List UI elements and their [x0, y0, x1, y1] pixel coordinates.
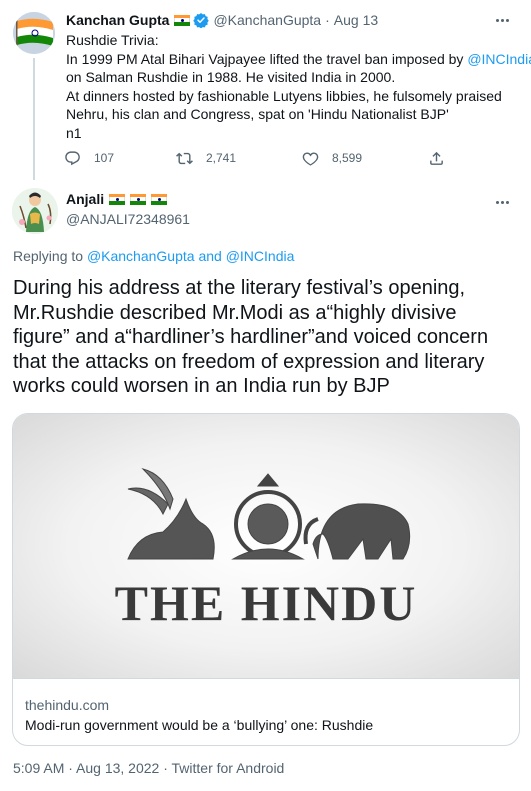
body-line: At dinners hosted by fashionable Lutyens… [66, 87, 502, 104]
like-button[interactable]: 8,599 [302, 147, 362, 169]
reply-button[interactable]: 107 [64, 147, 114, 169]
text-line: figure” and a“hardliner’s hardliner”and … [13, 326, 489, 348]
replying-to: Replying to @KanchanGupta and @INCIndia [13, 248, 294, 264]
masthead-text: THE HINDU [114, 575, 418, 631]
card-image[interactable]: THE HINDU [13, 414, 519, 679]
share-icon [430, 151, 443, 165]
text-line: works could worsen in an India run by BJ… [13, 375, 390, 397]
reply-icon [65, 150, 80, 165]
mention-link[interactable]: @INCIndia [467, 51, 531, 67]
flag-avatar-icon [13, 12, 55, 54]
parent-tweet[interactable]: Kanchan Gupta @KanchanGupta · Aug 13 Rus… [0, 0, 531, 180]
retweet-count: 2,741 [206, 151, 237, 165]
main-author-name-row: Anjali [66, 191, 168, 207]
tweet-timestamp[interactable]: 5:09 AM · Aug 13, 2022 · Twitter for And… [13, 760, 284, 776]
thread-connector [33, 58, 35, 180]
parent-tweet-actions: 107 2,741 8,599 [62, 147, 452, 169]
retweet-icon [176, 152, 193, 164]
more-icon[interactable] [493, 194, 511, 210]
text-line: that the attacks on freedom of expressio… [13, 350, 485, 373]
replying-to-links[interactable]: @KanchanGupta and @INCIndia [87, 248, 294, 264]
link-card[interactable]: THE HINDU thehindu.com Modi-run governme… [12, 413, 520, 746]
reply-count: 107 [94, 151, 115, 165]
share-button[interactable] [428, 147, 458, 169]
card-domain: thehindu.com [25, 697, 110, 713]
main-tweet-header: Anjali @ANJALI72348961 [0, 184, 531, 244]
more-icon[interactable] [493, 12, 511, 28]
parent-author-handle[interactable]: @KanchanGupta [213, 12, 321, 28]
kanchan-avatar[interactable] [13, 12, 55, 54]
replying-prefix: Replying to [13, 248, 87, 264]
card-title[interactable]: Modi-run government would be a ‘bullying… [25, 717, 373, 733]
body-line: n1 [66, 124, 82, 141]
avatar-illustration-icon [12, 188, 58, 234]
body-line: Nehru, his clan and Congress, spat on 'H… [66, 106, 449, 122]
main-author-handle[interactable]: @ANJALI72348961 [66, 211, 190, 227]
header-separator: · [325, 12, 330, 28]
anjali-avatar[interactable] [12, 188, 58, 234]
like-icon [302, 151, 319, 166]
body-line: In 1999 PM Atal Bihari Vajpayee lifted t… [66, 50, 531, 69]
india-flag-icon [109, 193, 126, 205]
main-author-name[interactable]: Anjali [66, 191, 104, 207]
parent-tweet-header: Kanchan Gupta @KanchanGupta · Aug 13 [66, 11, 378, 29]
parent-tweet-date[interactable]: Aug 13 [334, 12, 378, 28]
the-hindu-emblem-icon [127, 468, 411, 560]
text-line: Mr.Rushdie described Mr.Modi as a“highly… [13, 301, 457, 324]
india-flag-icon [174, 14, 191, 26]
verified-icon [193, 13, 210, 28]
india-flag-icon [130, 193, 147, 205]
body-line: Rushdie Trivia: [66, 32, 159, 48]
parent-tweet-body: Rushdie Trivia: In 1999 PM Atal Bihari V… [66, 31, 531, 142]
india-flag-icon [151, 193, 168, 205]
text-line: During his address at the literary festi… [13, 277, 466, 299]
like-count: 8,599 [332, 151, 363, 165]
main-tweet-text: During his address at the literary festi… [13, 276, 523, 399]
body-line: on Salman Rushdie in 1988. He visited In… [66, 69, 396, 85]
parent-author-name[interactable]: Kanchan Gupta [66, 12, 169, 28]
retweet-button[interactable]: 2,741 [176, 147, 236, 169]
